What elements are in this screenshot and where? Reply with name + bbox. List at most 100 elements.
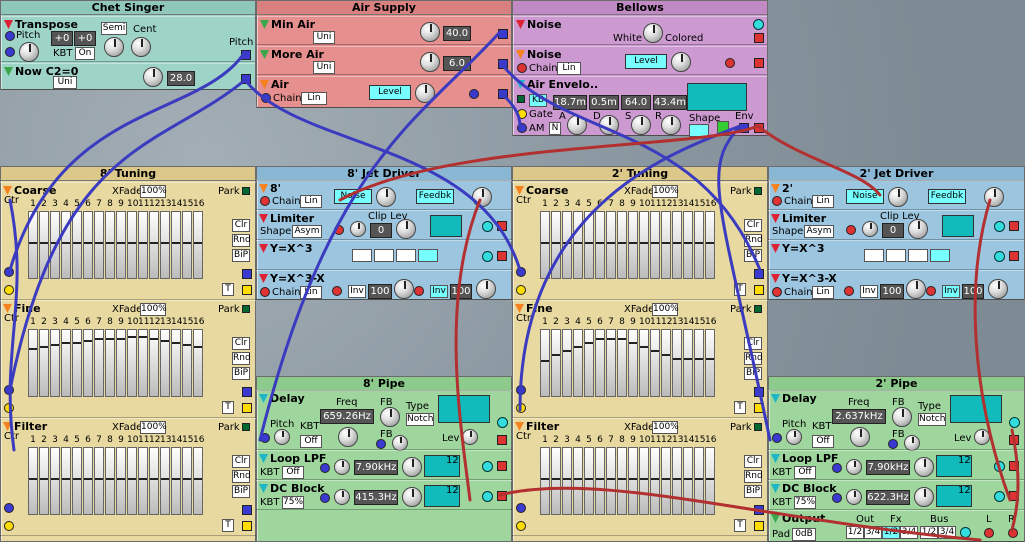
clear-button[interactable]: Clr bbox=[744, 337, 762, 350]
mod2-port[interactable] bbox=[414, 286, 424, 296]
bipolar-button[interactable]: BiP bbox=[744, 367, 762, 380]
tune-output-port[interactable] bbox=[242, 387, 252, 397]
dc-knob[interactable] bbox=[402, 487, 422, 507]
step-slider[interactable] bbox=[595, 211, 605, 279]
step-slider[interactable] bbox=[705, 211, 715, 279]
xfade-value[interactable]: 100% bbox=[140, 421, 167, 434]
step-slider[interactable] bbox=[683, 329, 693, 397]
dc-mod-knob[interactable] bbox=[846, 489, 862, 505]
step-slider[interactable] bbox=[61, 211, 71, 279]
curve-button[interactable] bbox=[908, 249, 928, 262]
park-led[interactable] bbox=[754, 305, 762, 313]
kbt-off-button[interactable]: Off bbox=[282, 466, 304, 479]
env-out-red[interactable] bbox=[754, 123, 764, 133]
step-slider[interactable] bbox=[694, 447, 704, 515]
noise-button[interactable]: Noise bbox=[334, 189, 372, 204]
level-button[interactable]: Level bbox=[369, 85, 411, 100]
tune-output-port[interactable] bbox=[242, 505, 252, 515]
decay-value[interactable]: 0.5m bbox=[589, 95, 619, 110]
step-slider[interactable] bbox=[149, 211, 159, 279]
step-slider[interactable] bbox=[160, 447, 170, 515]
tune-input-port[interactable] bbox=[516, 267, 526, 277]
step-slider[interactable] bbox=[28, 329, 38, 397]
am-port[interactable] bbox=[517, 123, 527, 133]
step-slider[interactable] bbox=[562, 329, 572, 397]
step-slider[interactable] bbox=[105, 211, 115, 279]
chain-port[interactable] bbox=[260, 287, 270, 297]
power-icon[interactable] bbox=[1009, 417, 1020, 428]
collapse-icon[interactable] bbox=[4, 20, 13, 29]
air-level-knob[interactable] bbox=[415, 83, 435, 103]
kb-button[interactable]: KB bbox=[529, 94, 547, 107]
step-slider[interactable] bbox=[628, 211, 638, 279]
random-button[interactable]: Rnd bbox=[744, 352, 763, 365]
power-icon[interactable] bbox=[994, 221, 1005, 232]
park-led[interactable] bbox=[754, 187, 762, 195]
pitch-output-port[interactable] bbox=[241, 50, 251, 60]
step-sequencer[interactable] bbox=[540, 329, 715, 397]
noise-button[interactable]: Noise bbox=[846, 189, 884, 204]
curve-button[interactable] bbox=[886, 249, 906, 262]
step-slider[interactable] bbox=[573, 211, 583, 279]
step-slider[interactable] bbox=[606, 211, 616, 279]
power-icon[interactable] bbox=[482, 251, 493, 262]
tune-input-port[interactable] bbox=[4, 385, 14, 395]
step-slider[interactable] bbox=[606, 329, 616, 397]
step-slider[interactable] bbox=[28, 447, 38, 515]
park-led[interactable] bbox=[754, 423, 762, 431]
step-slider[interactable] bbox=[193, 447, 203, 515]
park-led[interactable] bbox=[242, 305, 250, 313]
min-air-value[interactable]: 40.0 bbox=[443, 26, 471, 41]
notch-button[interactable]: Notch bbox=[918, 413, 946, 426]
dc-out-port[interactable] bbox=[497, 491, 507, 501]
limiter-in-port[interactable] bbox=[846, 225, 856, 235]
collapse-icon[interactable] bbox=[259, 454, 268, 463]
curve-button[interactable] bbox=[418, 249, 438, 262]
step-slider[interactable] bbox=[138, 211, 148, 279]
noise-chain-port[interactable] bbox=[517, 63, 527, 73]
pitch-port[interactable] bbox=[260, 433, 270, 443]
step-slider[interactable] bbox=[661, 447, 671, 515]
more-uni-button[interactable]: Uni bbox=[313, 61, 335, 74]
yx3-out-port[interactable] bbox=[1009, 251, 1019, 261]
curve-button[interactable] bbox=[930, 249, 950, 262]
park-led[interactable] bbox=[242, 187, 250, 195]
step-slider[interactable] bbox=[540, 211, 550, 279]
noise-knob[interactable] bbox=[376, 187, 396, 207]
kbt-off-button[interactable]: Off bbox=[794, 466, 816, 479]
delay-out-port[interactable] bbox=[497, 435, 507, 445]
step-slider[interactable] bbox=[127, 447, 137, 515]
step-slider[interactable] bbox=[94, 329, 104, 397]
step-slider[interactable] bbox=[171, 329, 181, 397]
curve-button[interactable] bbox=[374, 249, 394, 262]
amount-knob[interactable] bbox=[906, 279, 926, 299]
kbt-off-button[interactable]: Off bbox=[300, 435, 322, 448]
sustain-knob[interactable] bbox=[631, 115, 651, 135]
more-air-value[interactable]: 6.0 bbox=[443, 56, 471, 71]
collapse-icon[interactable] bbox=[260, 50, 269, 59]
collapse-icon[interactable] bbox=[260, 20, 269, 29]
trigger-button[interactable]: T bbox=[222, 283, 234, 296]
park-led[interactable] bbox=[242, 423, 250, 431]
step-sequencer[interactable] bbox=[28, 329, 203, 397]
step-slider[interactable] bbox=[39, 329, 49, 397]
collapse-icon[interactable] bbox=[259, 184, 268, 193]
trig-output-port[interactable] bbox=[242, 521, 252, 531]
n-button[interactable]: N bbox=[549, 122, 561, 135]
step-slider[interactable] bbox=[138, 447, 148, 515]
limiter-out-port[interactable] bbox=[497, 221, 507, 231]
dc-value[interactable]: 622.3Hz bbox=[866, 490, 910, 505]
trig-output-port[interactable] bbox=[242, 285, 252, 295]
attack-knob[interactable] bbox=[567, 115, 587, 135]
limiter-out-port[interactable] bbox=[1009, 221, 1019, 231]
collapse-icon[interactable] bbox=[771, 184, 780, 193]
noise-out-port[interactable] bbox=[754, 33, 764, 43]
step-slider[interactable] bbox=[61, 447, 71, 515]
step-slider[interactable] bbox=[83, 447, 93, 515]
level-button[interactable]: Level bbox=[625, 54, 667, 69]
collapse-icon[interactable] bbox=[771, 484, 780, 493]
curve-button[interactable] bbox=[352, 249, 372, 262]
step-slider[interactable] bbox=[639, 329, 649, 397]
step-slider[interactable] bbox=[50, 329, 60, 397]
dc-knob[interactable] bbox=[914, 487, 934, 507]
